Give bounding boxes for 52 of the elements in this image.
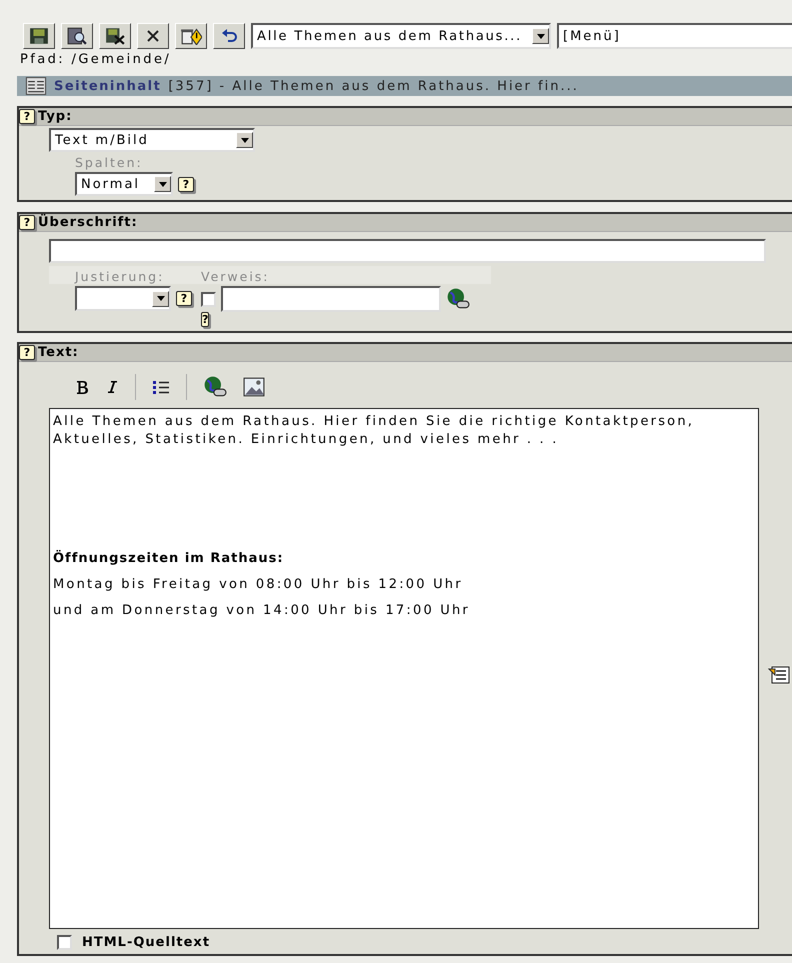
paragraph: Alle Themen aus dem Rathaus. Hier finden Sie die richtige Kontaktperson, Aktuelles, Statistiken. Einrichtungen, und vieles mehr . . . — [53, 413, 696, 449]
menu-select[interactable]: [Menü] — [557, 23, 792, 49]
trash-warning-icon — [180, 27, 202, 45]
delete-button[interactable] — [175, 23, 207, 49]
content-icon — [25, 77, 47, 95]
link-checkbox[interactable] — [201, 292, 216, 306]
heading-input[interactable] — [49, 239, 766, 263]
type-select[interactable]: Text m/Bild — [49, 128, 255, 152]
undo-button[interactable] — [213, 23, 245, 49]
close-icon — [146, 29, 160, 43]
alignment-select[interactable] — [75, 286, 171, 311]
link-input[interactable] — [221, 286, 441, 312]
floppy-x-icon — [105, 27, 125, 45]
caret-icon — [158, 182, 166, 186]
save-close-button[interactable] — [99, 23, 131, 49]
hours-heading: Öffnungszeiten im Rathaus: — [53, 549, 285, 568]
field-label: Justierung: — [73, 268, 166, 286]
field-label: Spalten: — [75, 154, 144, 172]
hours-line: Montag bis Freitag von 08:00 Uhr bis 12:00 Uhr — [53, 576, 464, 594]
notes-icon[interactable] — [768, 665, 790, 685]
columns-select[interactable]: Normal — [75, 172, 173, 196]
globe-link-icon[interactable] — [203, 376, 227, 398]
bold-icon[interactable] — [75, 379, 89, 395]
bullet-list-icon[interactable] — [152, 379, 170, 395]
help-icon[interactable]: ? — [201, 312, 210, 327]
caret-icon — [240, 138, 248, 142]
field-label: Verweis: — [201, 268, 271, 286]
caret-icon — [536, 34, 544, 38]
help-icon[interactable]: ? — [176, 291, 192, 306]
italic-icon[interactable] — [105, 379, 119, 395]
record-title: [357] - Alle Themen aus dem Rathaus. Hier fin... — [168, 78, 579, 94]
html-source-checkbox[interactable] — [57, 935, 72, 950]
magnifier-page-icon — [67, 27, 87, 45]
globe-link-icon[interactable] — [446, 288, 470, 310]
help-icon[interactable]: ? — [19, 345, 35, 360]
image-icon[interactable] — [243, 377, 265, 397]
section-title: Text: — [38, 345, 79, 360]
record-type: Seiteninhalt — [54, 78, 162, 94]
undo-arrow-icon — [220, 29, 238, 43]
hours-line: und am Donnerstag von 14:00 Uhr bis 17:00 Uhr — [53, 602, 471, 620]
help-icon[interactable]: ? — [19, 109, 35, 124]
help-icon[interactable]: ? — [178, 176, 194, 192]
path-text: Pfad: /Gemeinde/ — [19, 51, 172, 69]
section-title: Typ: — [38, 109, 72, 124]
preview-button[interactable] — [61, 23, 93, 49]
caret-icon — [156, 296, 164, 301]
section-title: Überschrift: — [38, 215, 138, 230]
page-select[interactable]: Alle Themen aus dem Rathaus... — [251, 23, 551, 49]
help-icon[interactable]: ? — [19, 215, 35, 230]
close-button[interactable] — [137, 23, 169, 49]
save-button[interactable] — [23, 23, 55, 49]
checkbox-label: HTML-Quelltext — [82, 935, 210, 950]
